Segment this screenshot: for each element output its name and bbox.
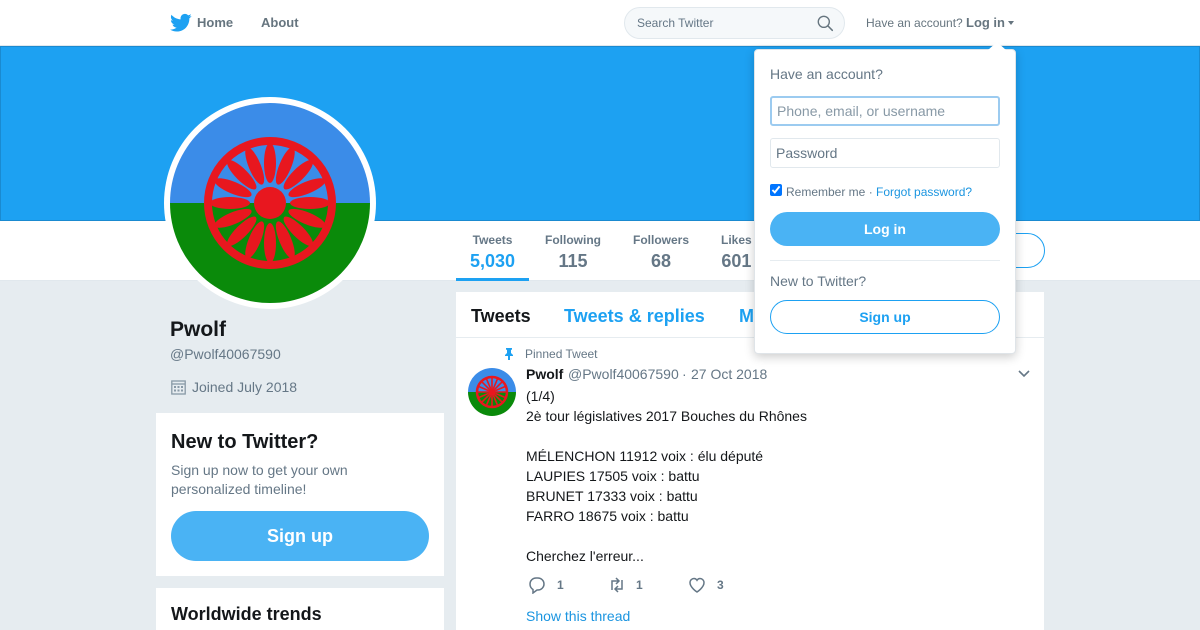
- tweet-author-handle[interactable]: @Pwolf40067590: [568, 366, 679, 382]
- romani-flag-avatar: [468, 368, 516, 416]
- calendar-icon: [171, 380, 186, 395]
- stat-likes[interactable]: Likes 601: [721, 233, 752, 272]
- caret-down-icon[interactable]: [1008, 21, 1014, 25]
- stat-tweets[interactable]: Tweets 5,030: [455, 233, 530, 281]
- remember-me-checkbox[interactable]: [770, 184, 782, 196]
- pin-icon: [505, 348, 513, 360]
- reply-count: 1: [557, 578, 564, 592]
- stat-following[interactable]: Following 115: [545, 233, 601, 272]
- stat-value: 5,030: [470, 251, 516, 271]
- stat-value: 601: [721, 251, 752, 271]
- retweet-icon: [611, 577, 623, 593]
- tweet-author-name[interactable]: Pwolf: [526, 366, 563, 382]
- signup-card: New to Twitter? Sign up now to get your …: [156, 413, 444, 576]
- like-count: 3: [717, 578, 724, 592]
- joined-date: Joined July 2018: [192, 379, 298, 395]
- stat-followers[interactable]: Followers 68: [633, 233, 689, 272]
- stat-label: Tweets: [472, 233, 513, 247]
- pinned-tweet-label: Pinned Tweet: [525, 347, 598, 361]
- login-menu-toggle[interactable]: Log in: [966, 15, 1005, 30]
- tweet-date[interactable]: 27 Oct 2018: [691, 366, 767, 382]
- dropdown-sign-up-button[interactable]: Sign up: [770, 300, 1000, 334]
- dropdown-title: Have an account?: [770, 66, 883, 82]
- top-nav: Home About Have an account? Log in: [0, 0, 1200, 46]
- trends-card: Worldwide trends: [156, 588, 444, 630]
- twitter-bird-icon[interactable]: [170, 13, 192, 33]
- romani-flag-avatar: [170, 103, 370, 303]
- sign-up-button[interactable]: Sign up: [171, 511, 429, 561]
- dropdown-caret: [988, 42, 1006, 50]
- tweet-separator: ·: [682, 366, 687, 382]
- have-account-text: Have an account?: [866, 16, 963, 30]
- search-input[interactable]: [625, 8, 805, 38]
- stat-label: Following: [545, 233, 601, 247]
- login-dropdown: Have an account? Remember me · Forgot pa…: [754, 49, 1016, 354]
- stat-value: 68: [650, 251, 672, 271]
- tab-tweets-replies[interactable]: Tweets & replies: [564, 306, 705, 327]
- signup-card-text: Sign up now to get your own personalized…: [171, 462, 348, 497]
- search-box: [624, 7, 845, 39]
- heart-icon: [689, 577, 705, 593]
- nav-about-link[interactable]: About: [261, 15, 299, 30]
- search-icon[interactable]: [817, 15, 834, 32]
- trends-title: Worldwide trends: [171, 604, 322, 624]
- divider: [770, 260, 1000, 261]
- stat-label: Followers: [633, 233, 690, 247]
- show-thread-link[interactable]: Show this thread: [526, 608, 630, 624]
- forgot-password-link[interactable]: Forgot password?: [876, 185, 972, 199]
- tab-media[interactable]: M: [739, 306, 754, 327]
- avatar[interactable]: [164, 97, 376, 309]
- retweet-count: 1: [636, 578, 643, 592]
- reply-icon: [529, 577, 545, 594]
- signup-card-title: New to Twitter?: [171, 431, 319, 453]
- stat-label: Likes: [721, 233, 752, 247]
- password-field[interactable]: [770, 138, 1000, 168]
- login-button[interactable]: Log in: [770, 212, 1000, 246]
- nav-home-link[interactable]: Home: [197, 15, 233, 30]
- chevron-down-icon[interactable]: [1018, 370, 1030, 378]
- remember-me-label[interactable]: Remember me ·: [786, 185, 873, 199]
- tweet-text: (1/4) 2è tour législatives 2017 Bouches …: [526, 388, 807, 564]
- username-field[interactable]: [770, 96, 1000, 126]
- new-to-twitter-text: New to Twitter?: [770, 273, 867, 289]
- stat-value: 115: [558, 251, 588, 271]
- tweet-avatar[interactable]: [468, 368, 516, 416]
- profile-handle[interactable]: @Pwolf40067590: [170, 346, 281, 362]
- profile-name[interactable]: Pwolf: [170, 318, 226, 342]
- tab-tweets[interactable]: Tweets: [471, 306, 531, 327]
